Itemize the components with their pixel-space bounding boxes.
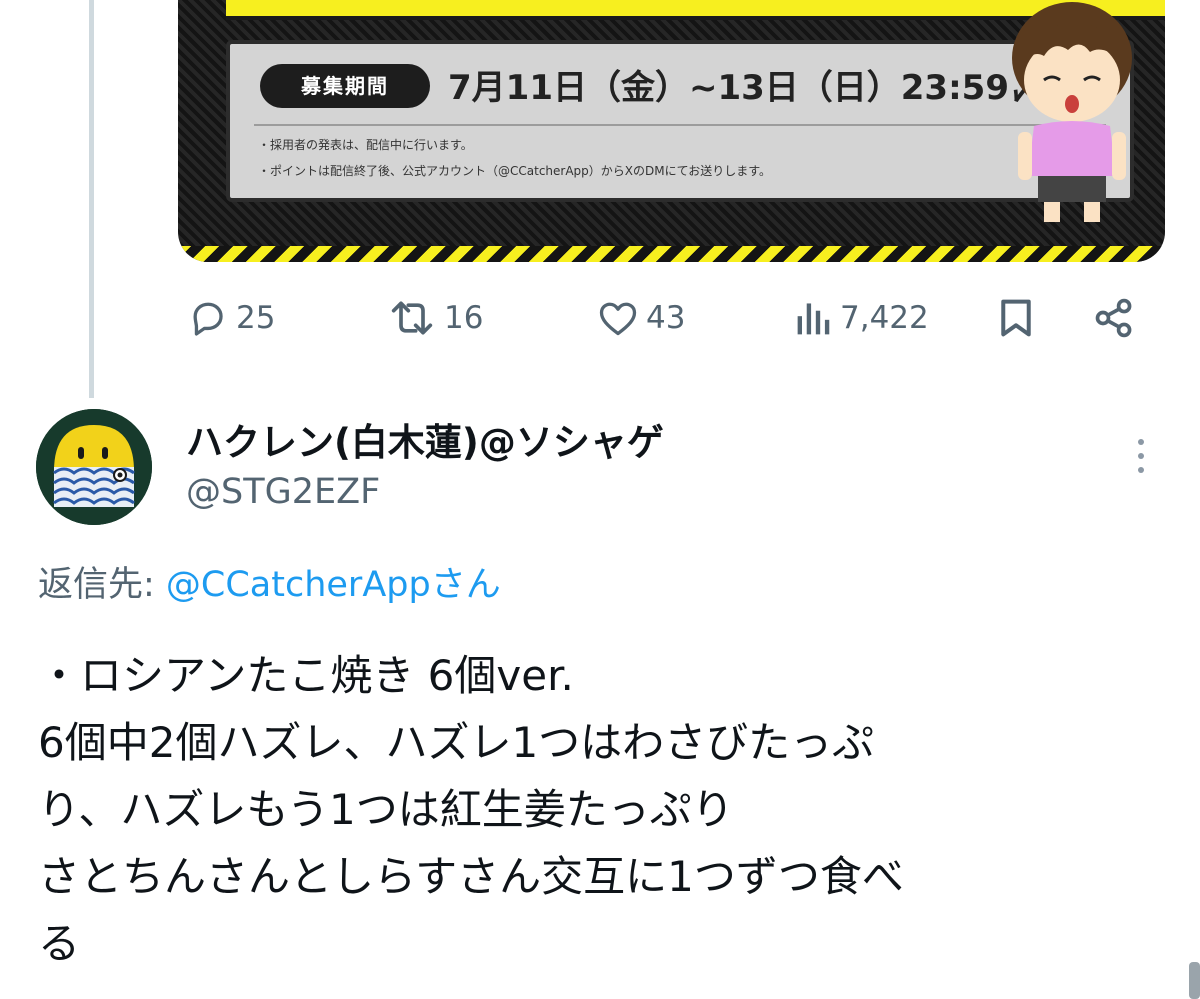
reply-count: 25	[236, 300, 276, 336]
avatar[interactable]	[36, 409, 152, 525]
tweet-text-line: り、ハズレもう1つは紅生姜たっぷり	[38, 785, 734, 834]
like-count: 43	[646, 300, 686, 336]
reply-to-prefix: 返信先:	[38, 565, 166, 605]
reply-to-mention-link[interactable]: @CCatcherAppさん	[166, 565, 501, 605]
bookmark-icon	[1001, 299, 1031, 337]
media-period-badge: 募集期間	[260, 64, 430, 108]
share-button[interactable]	[1092, 293, 1136, 343]
media-period-dates: 7月11日（金）~13日（日）23:59〆	[448, 68, 1043, 108]
like-icon	[599, 302, 637, 336]
reply-button[interactable]: 25	[186, 293, 275, 343]
reply-icon	[193, 302, 223, 336]
views-button[interactable]: 7,422	[794, 293, 929, 343]
tweet-text-line: ・ロシアンたこ焼き 6個ver.	[38, 651, 574, 700]
media-note: ・採用者の発表は、配信中に行います。	[258, 138, 473, 152]
share-icon	[1095, 298, 1132, 338]
tweet-text-line: 6個中2個ハズレ、ハズレ1つはわさびたっぷ	[38, 718, 875, 767]
repost-button[interactable]: 16	[386, 293, 483, 343]
media-note: ・ポイントは配信終了後、公式アカウント（@CCatcherApp）からXのDMに…	[258, 164, 772, 178]
more-icon[interactable]	[1130, 434, 1152, 478]
tweet-text: ・ロシアンたこ焼き 6個ver. 6個中2個ハズレ、ハズレ1つはわさびたっぷ り…	[38, 642, 1163, 977]
bookmark-button[interactable]	[996, 293, 1036, 343]
views-count: 7,422	[840, 300, 929, 336]
media-hazard-stripe	[178, 246, 1165, 262]
like-button[interactable]: 43	[596, 293, 685, 343]
media-info-panel: 募集期間 7月11日（金）~13日（日）23:59〆 ・採用者の発表は、配信中に…	[226, 40, 1134, 202]
repost-count: 16	[444, 300, 484, 336]
repost-icon	[391, 301, 433, 335]
tweet-text-line: さとちんさんとしらすさん交互に1つずつ食べ	[38, 852, 904, 901]
scrollbar-thumb[interactable]	[1189, 962, 1200, 999]
thread-connector-line	[89, 0, 94, 398]
author-handle[interactable]: @STG2EZF	[186, 472, 380, 512]
reply-to-line: 返信先: @CCatcherAppさん	[38, 556, 501, 607]
author-display-name[interactable]: ハクレン(白木蓮)@ソシャゲ	[186, 412, 664, 466]
tweet-media-image[interactable]: 募集期間 7月11日（金）~13日（日）23:59〆 ・採用者の発表は、配信中に…	[178, 0, 1165, 262]
tweet-text-line: る	[38, 919, 81, 968]
avatar-image	[36, 409, 152, 525]
media-panel-divider	[254, 124, 1106, 126]
views-icon	[797, 303, 830, 335]
media-mascot-illustration	[1012, 2, 1132, 222]
